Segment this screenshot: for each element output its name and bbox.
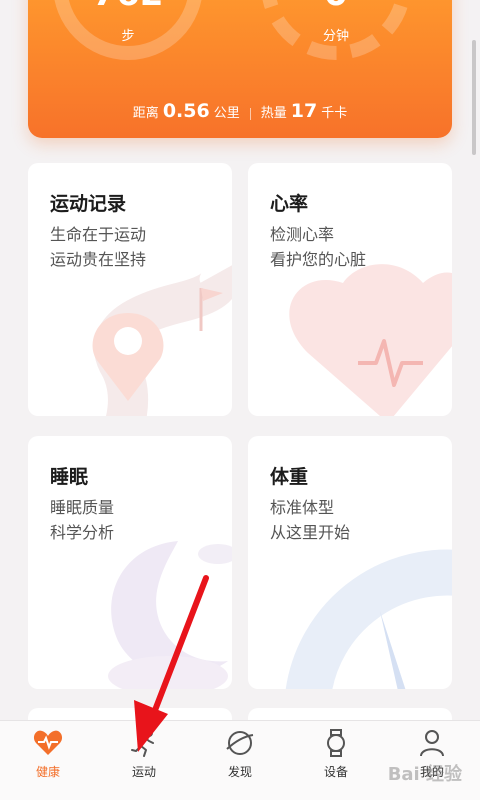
red-arrow-annotation [134,575,209,752]
